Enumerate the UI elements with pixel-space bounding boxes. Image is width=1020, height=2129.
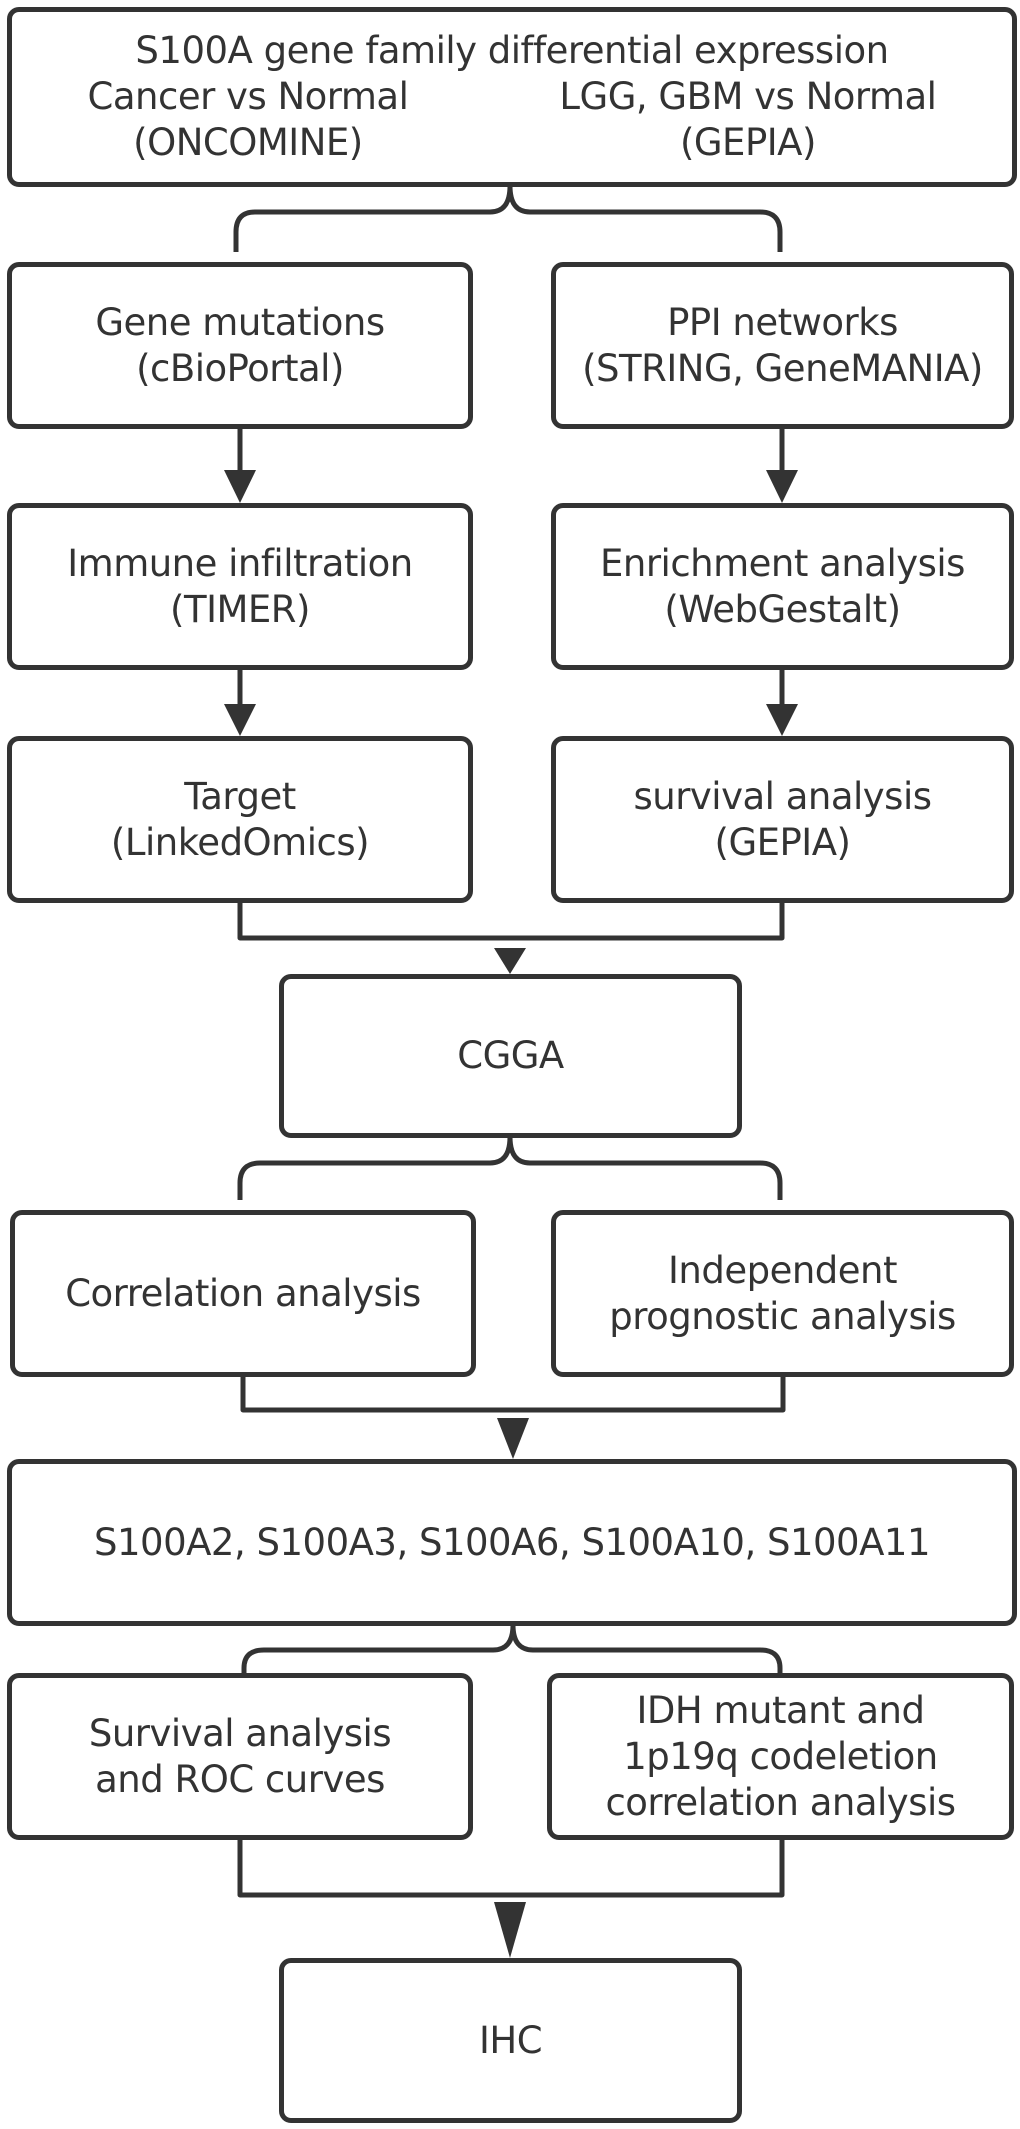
merge-connector — [237, 1839, 785, 1898]
arrowhead — [766, 470, 798, 503]
arrowhead — [224, 470, 256, 503]
node-subtitle-left: Cancer vs Normal — [87, 75, 409, 118]
arrowhead — [494, 1902, 526, 1958]
node-label: Immune infiltration — [67, 541, 413, 585]
node-target: Target (LinkedOmics) — [7, 736, 473, 903]
node-title: S100A gene family differential expressio… — [135, 29, 889, 72]
merge-connector — [237, 902, 785, 941]
node-ihc: IHC — [279, 1958, 742, 2123]
arrowhead — [497, 1418, 529, 1459]
node-source: (LinkedOmics) — [110, 820, 370, 864]
node-label: IHC — [478, 2018, 543, 2062]
arrowhead — [766, 704, 798, 736]
node-subtitle-right: LGG, GBM vs Normal — [559, 75, 937, 118]
node-label-2: 1p19q codeletion — [623, 1734, 938, 1778]
node-independent-prognostic-analysis: Independent prognostic analysis — [551, 1210, 1014, 1377]
node-label: survival analysis — [633, 774, 932, 818]
node-source: (cBioPortal) — [136, 346, 344, 390]
node-idh-1p19q: IDH mutant and 1p19q codeletion correlat… — [547, 1673, 1014, 1840]
node-source: (GEPIA) — [714, 820, 851, 864]
node-correlation-analysis: Correlation analysis — [10, 1210, 476, 1377]
node-enrichment-analysis: Enrichment analysis (WebGestalt) — [551, 503, 1014, 670]
arrowhead — [224, 704, 256, 736]
node-label: S100A2, S100A3, S100A6, S100A10, S100A11 — [94, 1520, 930, 1564]
node-source-left: (ONCOMINE) — [133, 121, 363, 164]
node-source-right: (GEPIA) — [679, 121, 816, 164]
node-label: Correlation analysis — [65, 1271, 421, 1315]
node-immune-infiltration: Immune infiltration (TIMER) — [7, 503, 473, 670]
brace-connector — [237, 1136, 783, 1200]
node-label: Gene mutations — [95, 300, 385, 344]
node-label-2: prognostic analysis — [609, 1294, 956, 1338]
node-label: IDH mutant and — [636, 1688, 926, 1732]
node-label: Target — [184, 774, 296, 818]
node-selected-genes: S100A2, S100A3, S100A6, S100A10, S100A11 — [7, 1459, 1017, 1626]
brace-connector — [241, 1624, 783, 1674]
node-cgga: CGGA — [279, 974, 742, 1138]
node-label-2: and ROC curves — [95, 1757, 385, 1801]
node-label: Enrichment analysis — [600, 541, 965, 585]
node-gene-mutations: Gene mutations (cBioPortal) — [7, 262, 473, 429]
node-label: Survival analysis — [88, 1711, 392, 1755]
node-label: PPI networks — [667, 300, 898, 344]
brace-connector — [233, 185, 783, 252]
node-s100a-differential-expression: S100A gene family differential expressio… — [7, 7, 1017, 187]
node-label-3: correlation analysis — [605, 1780, 956, 1824]
node-survival-roc: Survival analysis and ROC curves — [7, 1673, 473, 1840]
node-source: (TIMER) — [170, 587, 310, 631]
merge-connector — [240, 1376, 786, 1413]
node-survival-analysis-gepia: survival analysis (GEPIA) — [551, 736, 1014, 903]
arrowhead — [494, 948, 526, 974]
node-source: (WebGestalt) — [664, 587, 901, 631]
node-ppi-networks: PPI networks (STRING, GeneMANIA) — [551, 262, 1014, 429]
node-source: (STRING, GeneMANIA) — [582, 346, 983, 390]
node-label: CGGA — [457, 1034, 564, 1077]
node-label: Independent — [667, 1248, 898, 1292]
